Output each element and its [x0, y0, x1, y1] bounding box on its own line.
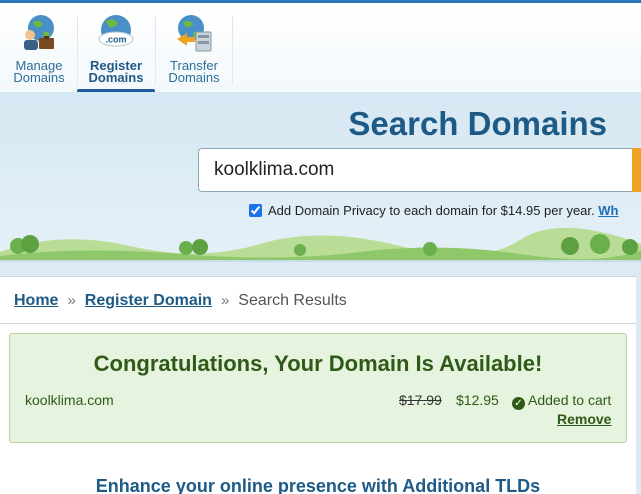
original-price: $17.99 — [399, 392, 442, 408]
top-nav: Manage Domains .com Register Domains Tra… — [0, 0, 641, 93]
availability-result: Congratulations, Your Domain Is Availabl… — [9, 333, 627, 443]
register-domains-icon: .com — [98, 15, 134, 47]
nav-manage-domains[interactable]: Manage Domains — [0, 9, 78, 89]
cart-status-text: Added to cart — [528, 392, 612, 408]
page-title: Search Domains — [348, 105, 607, 142]
nav-label-line2: Domains — [88, 70, 144, 85]
breadcrumb: Home » Register Domain » Search Results — [14, 292, 347, 310]
domain-search-input[interactable] — [199, 149, 631, 191]
privacy-label: Add Domain Privacy to each domain for $1… — [268, 203, 595, 218]
cart-status: ✓ Added to cart — [512, 392, 611, 410]
nav-divider — [232, 15, 233, 85]
search-box — [198, 148, 641, 192]
search-hero: Search Domains Add Domain Privacy to eac… — [0, 92, 641, 262]
breadcrumb-separator: » — [220, 292, 230, 309]
result-domain: koolklima.com — [25, 392, 114, 408]
additional-tlds-heading: Enhance your online presence with Additi… — [95, 476, 541, 494]
transfer-domains-icon — [177, 15, 212, 52]
search-button[interactable] — [632, 148, 641, 192]
breadcrumb-current: Search Results — [238, 292, 347, 309]
breadcrumb-separator: » — [67, 292, 76, 309]
nav-label-line2: Domains — [13, 70, 65, 85]
hills-illustration — [0, 227, 641, 262]
com-badge: .com — [105, 35, 126, 45]
breadcrumb-register-link[interactable]: Register Domain — [85, 292, 212, 309]
manage-domains-icon — [24, 15, 54, 50]
check-circle-icon: ✓ — [512, 397, 525, 410]
remove-link[interactable]: Remove — [557, 411, 611, 427]
privacy-checkbox[interactable] — [249, 204, 262, 217]
sale-price: $12.95 — [456, 392, 499, 408]
result-title: Congratulations, Your Domain Is Availabl… — [93, 351, 543, 376]
privacy-info-link[interactable]: Wh — [598, 203, 618, 218]
nav-register-domains[interactable]: .com Register Domains — [77, 9, 155, 93]
nav-label-line2: Domains — [168, 70, 220, 85]
nav-transfer-domains[interactable]: Transfer Domains — [155, 9, 233, 89]
privacy-option: Add Domain Privacy to each domain for $1… — [249, 203, 618, 218]
breadcrumb-home-link[interactable]: Home — [14, 292, 58, 309]
breadcrumb-bar: Home » Register Domain » Search Results — [0, 276, 636, 324]
